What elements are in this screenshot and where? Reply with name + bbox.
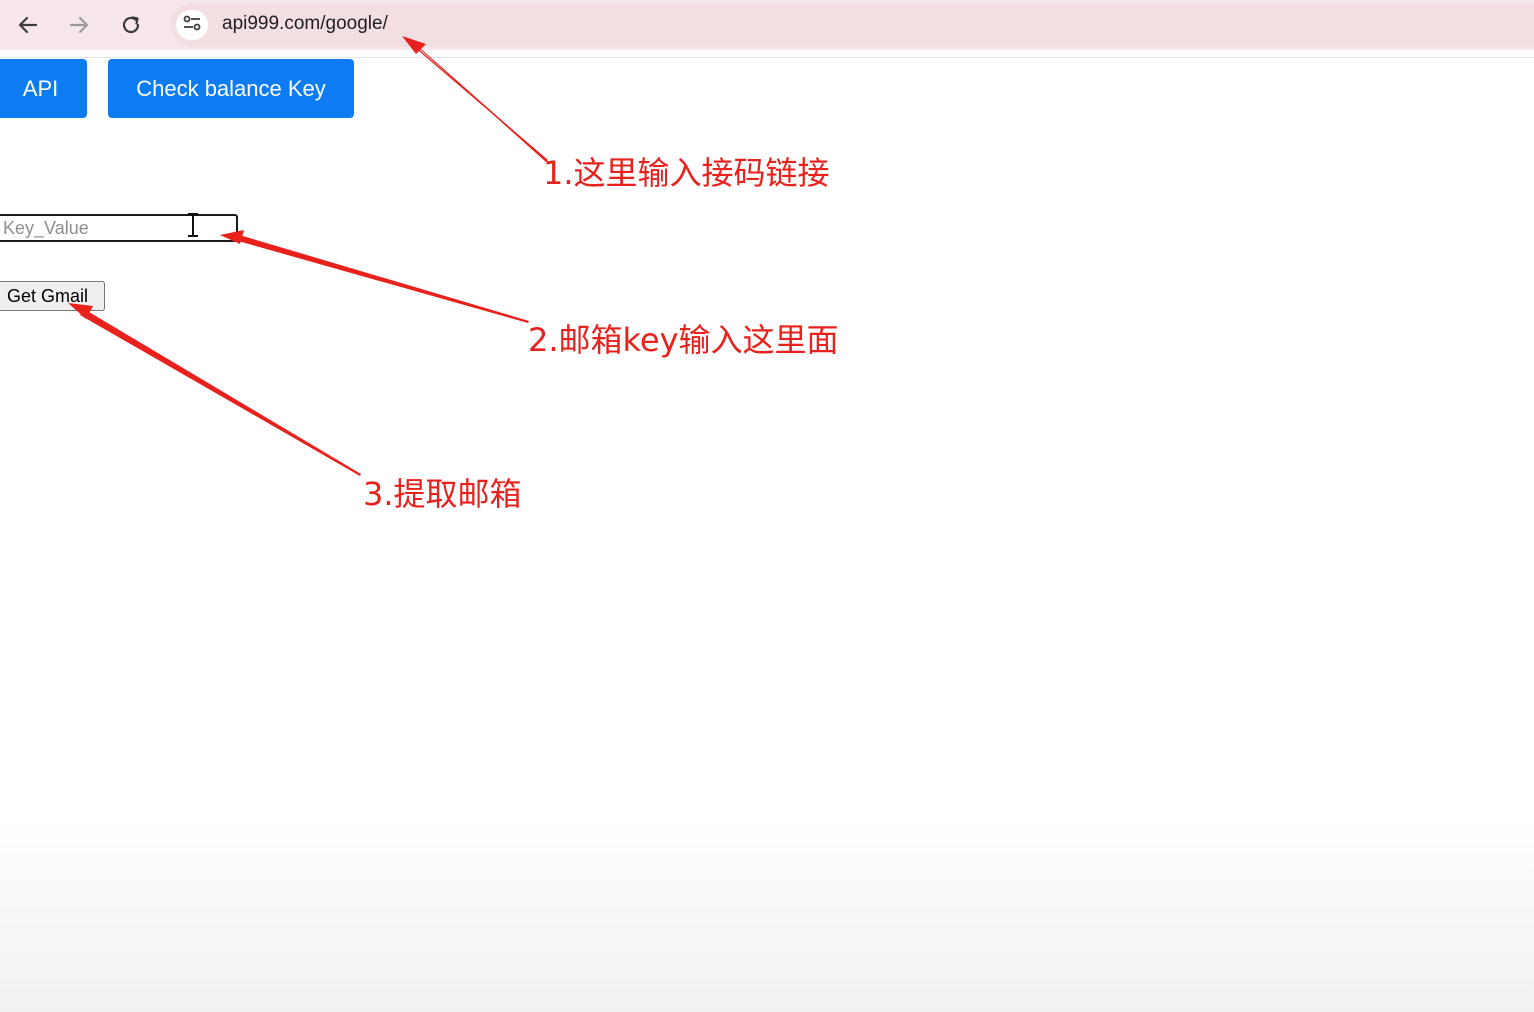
arrow-to-address-bar [402,36,548,162]
key-value-input[interactable] [0,214,238,242]
toolbar-divider [0,57,1534,58]
forward-button[interactable] [62,8,96,42]
text-cursor-icon [188,213,198,237]
url-text[interactable]: api999.com/google/ [222,13,388,35]
get-gmail-button[interactable]: Get Gmail [0,281,105,311]
annotation-step-2: 2.邮箱key输入这里面 [528,321,839,359]
arrow-left-icon [17,14,39,36]
page: api999.com/google/ API Check balance Key… [0,0,1534,1012]
annotation-step-1: 1.这里输入接码链接 [543,154,830,192]
api-button[interactable]: API [0,59,87,118]
reload-button[interactable] [114,8,148,42]
arrow-to-get-gmail-button [68,303,361,476]
check-balance-key-button[interactable]: Check balance Key [108,59,354,118]
annotation-arrows [68,36,548,476]
arrow-to-key-input [220,230,529,323]
site-info-button[interactable] [176,10,208,40]
back-button[interactable] [11,8,45,42]
annotation-step-3: 3.提取邮箱 [363,475,522,513]
arrow-right-icon [68,14,90,36]
tune-icon [182,14,202,37]
reload-icon [120,14,142,36]
